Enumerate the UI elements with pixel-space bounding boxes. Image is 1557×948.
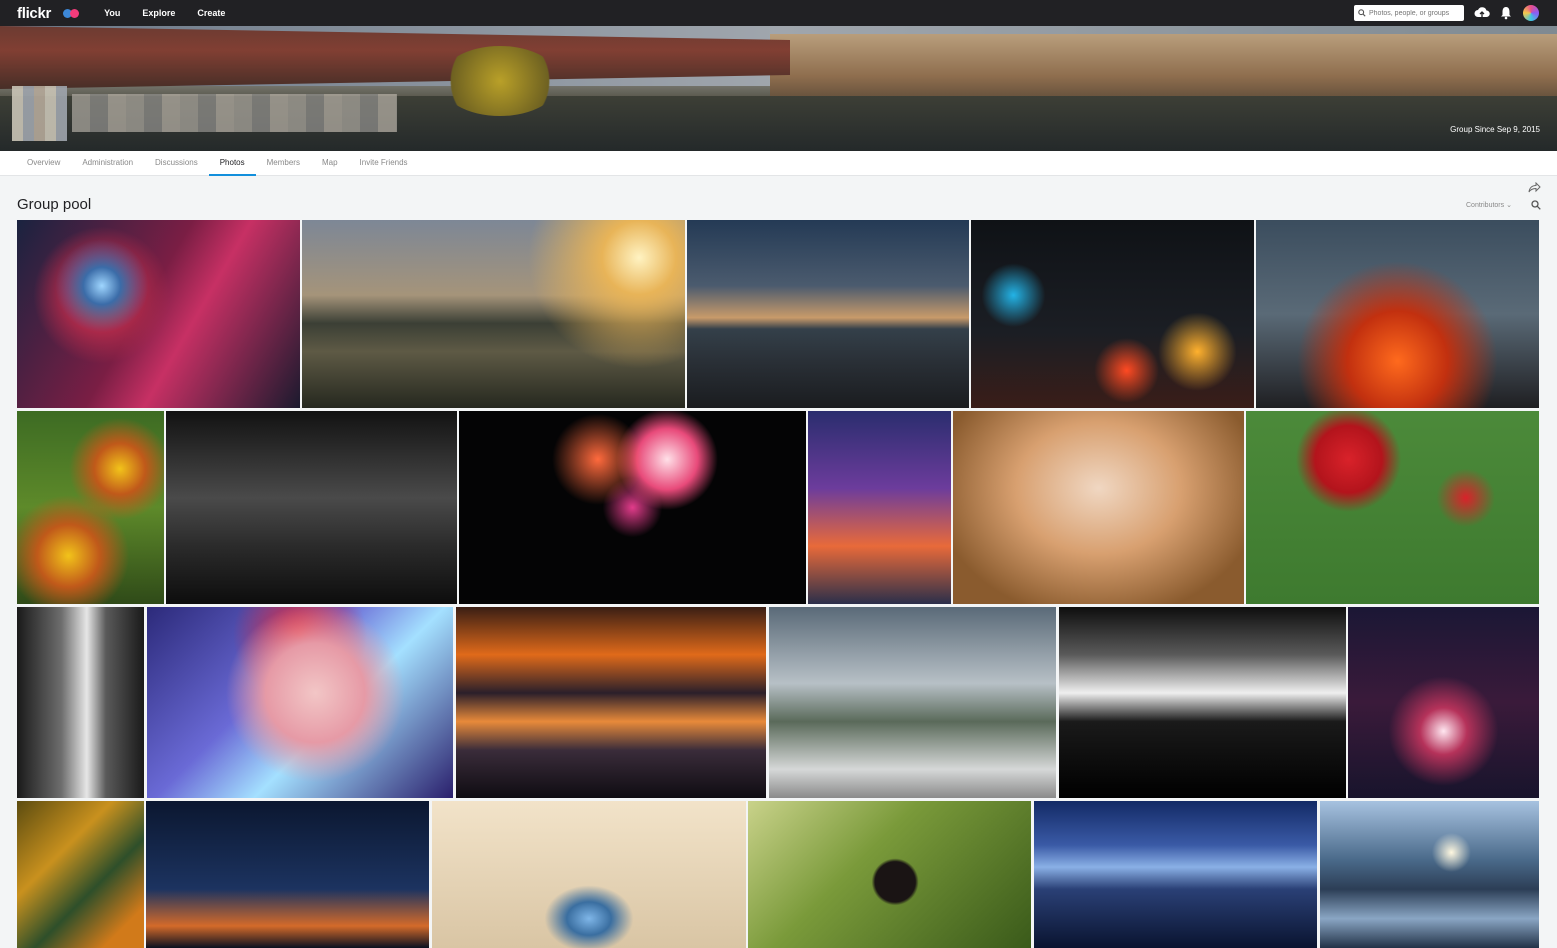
tab-discussions[interactable]: Discussions (144, 151, 209, 176)
chevron-down-icon: ⌄ (1506, 202, 1512, 209)
pool-search-icon[interactable] (1531, 200, 1541, 210)
group-avatar-blurred (12, 86, 67, 141)
tab-photos[interactable]: Photos (208, 151, 256, 176)
page-title: Group pool (17, 196, 92, 213)
contributors-dropdown[interactable]: Contributors ⌄ (1466, 201, 1512, 209)
tab-members[interactable]: Members (256, 151, 311, 176)
photo-tile[interactable] (147, 607, 453, 798)
photo-tile[interactable] (459, 411, 806, 604)
contributors-label: Contributors (1466, 202, 1505, 209)
nav-you[interactable]: You (104, 8, 120, 18)
photo-tile[interactable] (748, 801, 1031, 948)
photo-tile[interactable] (146, 801, 429, 948)
tab-invite-friends[interactable]: Invite Friends (349, 151, 419, 176)
photo-tile[interactable] (166, 411, 457, 604)
photo-tile[interactable] (1034, 801, 1317, 948)
upload-cloud-icon[interactable] (1474, 6, 1490, 20)
photo-tile[interactable] (17, 220, 300, 408)
photo-tile[interactable] (456, 607, 766, 798)
banner-tree (440, 46, 560, 116)
user-avatar[interactable] (1523, 5, 1539, 21)
photo-tile[interactable] (1256, 220, 1539, 408)
photo-tile[interactable] (17, 801, 144, 948)
photo-tile[interactable] (17, 607, 144, 798)
search-input[interactable] (1369, 9, 1461, 17)
tab-overview[interactable]: Overview (16, 151, 71, 176)
photo-tile[interactable] (808, 411, 951, 604)
group-subnav: Overview Administration Discussions Phot… (0, 151, 1557, 176)
nav-explore[interactable]: Explore (142, 8, 175, 18)
search-box[interactable] (1354, 5, 1464, 21)
photo-tile[interactable] (687, 220, 969, 408)
top-nav-bar: flickr You Explore Create (0, 0, 1557, 26)
flickr-logo[interactable]: flickr (17, 5, 51, 22)
photo-tile[interactable] (1059, 607, 1346, 798)
tab-administration[interactable]: Administration (71, 151, 144, 176)
notifications-bell-icon[interactable] (1500, 6, 1512, 20)
photo-tile[interactable] (302, 220, 685, 408)
share-icon[interactable] (1528, 182, 1541, 193)
flickr-pro-icon[interactable] (63, 8, 80, 18)
nav-create[interactable]: Create (197, 8, 225, 18)
search-icon (1358, 9, 1366, 17)
photo-tile[interactable] (1320, 801, 1539, 948)
tab-map[interactable]: Map (311, 151, 349, 176)
group-name-blurred (72, 94, 397, 132)
photo-tile[interactable] (1348, 607, 1539, 798)
photo-tile[interactable] (971, 220, 1254, 408)
banner-city (770, 34, 1557, 104)
group-cover-banner: Group Since Sep 9, 2015 (0, 26, 1557, 151)
photo-tile[interactable] (432, 801, 746, 948)
photo-tile[interactable] (769, 607, 1056, 798)
group-since-label: Group Since Sep 9, 2015 (1450, 125, 1540, 134)
photo-tile[interactable] (1246, 411, 1539, 604)
photo-tile[interactable] (17, 411, 164, 604)
photo-tile[interactable] (953, 411, 1244, 604)
